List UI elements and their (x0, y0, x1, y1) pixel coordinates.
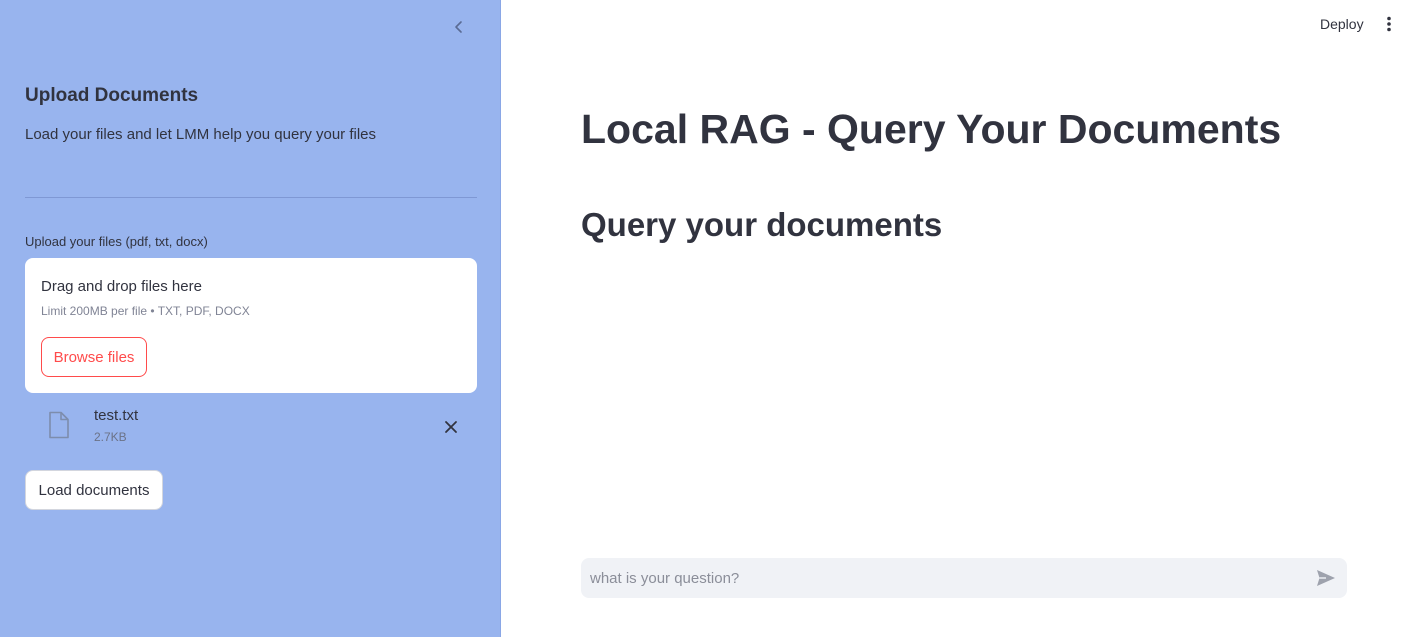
deploy-button[interactable]: Deploy (1310, 12, 1374, 36)
close-icon (445, 421, 457, 433)
uploaded-file-item: test.txt 2.7KB (25, 403, 477, 451)
dropzone-limit-text: Limit 200MB per file • TXT, PDF, DOCX (41, 304, 250, 318)
sidebar: Upload Documents Load your files and let… (0, 0, 501, 637)
chat-input[interactable] (581, 558, 1301, 598)
sidebar-title: Upload Documents (25, 85, 199, 106)
main-menu-button[interactable] (1377, 12, 1401, 36)
file-dropzone[interactable]: Drag and drop files here Limit 200MB per… (25, 258, 477, 393)
file-name: test.txt (94, 407, 139, 424)
sidebar-divider (25, 197, 477, 198)
dropzone-title: Drag and drop files here (41, 278, 202, 295)
file-uploader-label: Upload your files (pdf, txt, docx) (25, 234, 208, 249)
send-button[interactable] (1313, 566, 1339, 590)
file-icon (49, 411, 69, 439)
collapse-sidebar-button[interactable] (447, 15, 471, 39)
send-icon (1317, 570, 1335, 586)
load-documents-button[interactable]: Load documents (25, 470, 163, 510)
section-title: Query your documents (581, 206, 943, 243)
chevron-left-icon (455, 21, 462, 33)
sidebar-description: Load your files and let LMM help you que… (25, 126, 377, 143)
file-size: 2.7KB (94, 430, 127, 444)
chat-input-container (581, 558, 1347, 598)
remove-file-button[interactable] (439, 415, 463, 439)
browse-files-button[interactable]: Browse files (41, 337, 147, 377)
page-title: Local RAG - Query Your Documents (581, 106, 1282, 152)
vertical-ellipsis-icon (1387, 16, 1391, 32)
